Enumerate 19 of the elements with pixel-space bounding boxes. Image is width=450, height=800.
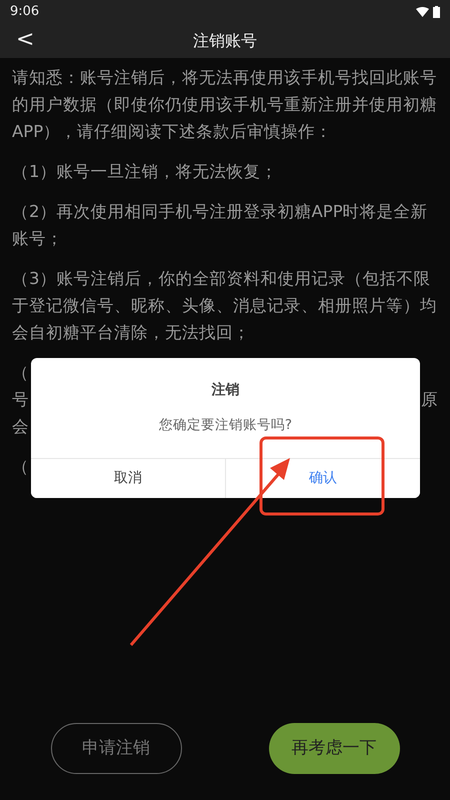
battery-icon (433, 6, 440, 18)
status-time: 9:06 (10, 3, 40, 22)
confirm-button[interactable]: 确认 (225, 459, 420, 498)
back-button[interactable]: < (12, 29, 38, 51)
paragraph-fragment: 会 (12, 416, 29, 438)
paragraph-fragment: （ (12, 362, 29, 384)
paragraph-fragment: （ (12, 456, 29, 478)
apply-cancel-button[interactable]: 申请注销 (50, 723, 182, 774)
paragraph-fragment: 号 (12, 389, 29, 411)
terms-paragraph: （3）账号注销后，你的全部资料和使用记录（包括不限于登记微信号、昵称、头像、消息记录、相册照片等）均会自初糖平台清除，无法找回； (12, 268, 438, 344)
terms-paragraph: （2）再次使用相同手机号注册登录初糖APP时将是全新账号； (12, 201, 429, 250)
page-title: 注销账号 (193, 30, 257, 52)
dialog-message: 您确定要注销账号吗? (158, 417, 292, 433)
terms-paragraph: （1）账号一旦注销，将无法恢复； (12, 161, 278, 183)
reconsider-button[interactable]: 再考虑一下 (268, 723, 400, 774)
dialog-title: 注销 (212, 382, 240, 398)
paragraph-fragment: 原 (421, 389, 438, 411)
terms-paragraph: 请知悉：账号注销后，将无法再使用该手机号找回此账号的用户数据（即使你仍使用该手机号重新注册并使用初糖APP），请仔细阅读下述条款后审慎操作： (12, 67, 438, 143)
wifi-icon (416, 7, 429, 17)
